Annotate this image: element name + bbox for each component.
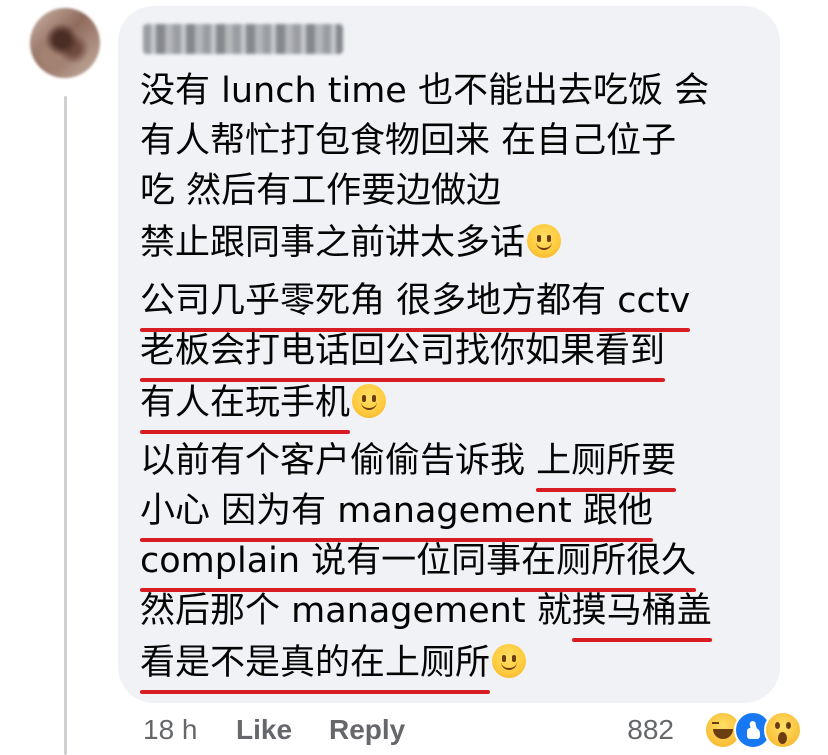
comment-line: 吃 然后有工作要边做边 — [140, 166, 501, 216]
comment-line: 然后那个 management 就摸马桶盖 — [140, 586, 712, 642]
comment-text: 以前有个客户偷偷告诉我 — [140, 441, 537, 481]
slightly-smiling-face-icon — [527, 224, 562, 258]
comment-author-name[interactable] — [143, 24, 343, 54]
comment-text: 禁止跟同事之前讲太多话 — [140, 223, 526, 263]
comment-line: 禁止跟同事之前讲太多话 — [140, 218, 562, 268]
comment-line: complain 说有一位同事在厕所很久 — [140, 536, 697, 592]
underlined-text: 有人在玩手机 — [140, 378, 351, 434]
thread-line — [64, 96, 67, 755]
comment-line: 有人帮忙打包食物回来 在自己位子 — [140, 116, 676, 166]
comment-text: 没有 lunch time 也不能出去吃饭 会 — [140, 71, 710, 111]
comment-text: 吃 然后有工作要边做边 — [140, 171, 502, 211]
slightly-smiling-face-icon — [492, 644, 527, 678]
like-button[interactable]: Like — [236, 708, 292, 752]
underlined-text: 摸马桶盖 — [571, 586, 712, 642]
avatar[interactable] — [30, 8, 100, 78]
underlined-text: complain 说有一位同事在厕所很久 — [140, 536, 697, 592]
comment-line: 公司几乎零死角 很多地方都有 cctv — [140, 276, 691, 332]
wow-reaction-icon — [764, 711, 802, 749]
comment-line: 有人在玩手机 — [140, 378, 387, 434]
comment-timestamp[interactable]: 18 h — [143, 708, 198, 752]
comment-text: 有人帮忙打包食物回来 在自己位子 — [140, 121, 677, 161]
underlined-text: 小心 因为有 management 跟他 — [140, 486, 653, 542]
comment-line: 看是不是真的在上厕所 — [140, 638, 527, 694]
comment-line: 没有 lunch time 也不能出去吃饭 会 — [140, 66, 709, 116]
comment-line: 小心 因为有 management 跟他 — [140, 486, 653, 542]
reply-button[interactable]: Reply — [329, 708, 405, 752]
comment-line: 老板会打电话回公司找你如果看到 — [140, 326, 666, 382]
reaction-count[interactable]: 882 — [627, 708, 674, 752]
comment-line: 以前有个客户偷偷告诉我 上厕所要 — [140, 436, 677, 492]
reactions-summary[interactable] — [704, 709, 808, 753]
underlined-text: 老板会打电话回公司找你如果看到 — [140, 326, 666, 382]
underlined-text: 上厕所要 — [536, 436, 677, 492]
comment-text: 然后那个 management 就 — [140, 591, 572, 631]
underlined-text: 公司几乎零死角 很多地方都有 cctv — [140, 276, 691, 332]
slightly-smiling-face-icon — [352, 384, 387, 418]
underlined-text: 看是不是真的在上厕所 — [140, 638, 491, 694]
